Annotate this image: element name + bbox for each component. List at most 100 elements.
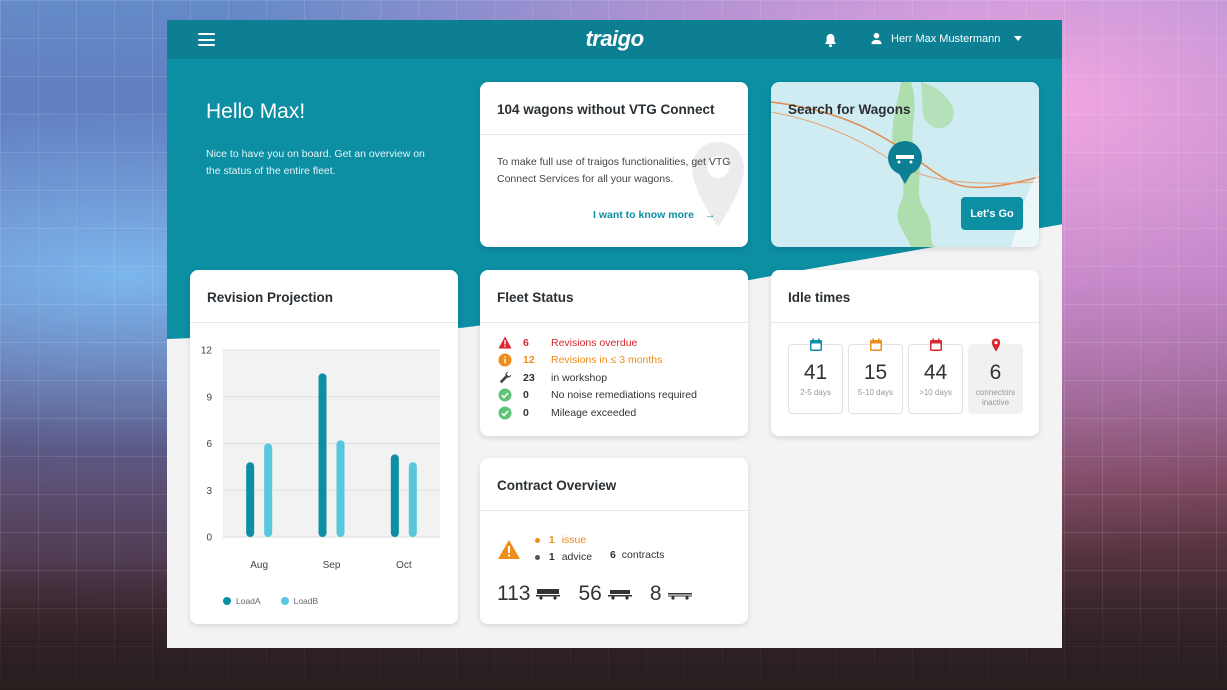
greeting-subtitle: Nice to have you on board. Get an overvi…	[206, 148, 425, 177]
bar-loada-aug[interactable]	[246, 462, 255, 537]
bar-loada-sep[interactable]	[318, 373, 327, 537]
fleet-row-count: 0	[523, 406, 529, 419]
idle-time-label: connectors inactive	[975, 388, 1016, 407]
advice-dot	[535, 554, 540, 560]
y-tick-label: 12	[201, 346, 213, 357]
idle-time-value: 15	[863, 361, 888, 384]
warning-triangle-icon	[497, 336, 513, 350]
legend-label: LoadA	[236, 596, 261, 606]
calendar-icon	[870, 338, 882, 351]
idle-time-value: 41	[803, 361, 828, 384]
vtg-connect-card: 104 wagons without VTG Connect To make f…	[480, 82, 748, 247]
bell-icon[interactable]	[823, 32, 838, 48]
contracts-count: 6 contracts	[610, 549, 664, 561]
fleet-row-label: Revisions in ≤ 3 months	[551, 354, 663, 367]
idle-time-value: 6	[989, 361, 1002, 384]
loaded-wagon-icon	[536, 589, 561, 600]
fleet-row-label: in workshop	[551, 371, 608, 384]
search-card-title: Search for Wagons	[788, 102, 911, 117]
fleet-status-row[interactable]: 0 No noise remediations required	[497, 387, 731, 405]
contract-overview-card: Contract Overview 1 issue 1 advice 6 con…	[480, 458, 748, 624]
fleet-status-card: Fleet Status 6 Revisions overdue 12 Revisio…	[480, 270, 748, 436]
wagon-count-empty[interactable]: 8	[650, 582, 692, 606]
contracts-label: contracts	[621, 549, 665, 561]
advice-count: 1	[548, 551, 555, 563]
bar-loadb-sep[interactable]	[336, 440, 345, 537]
fleet-row-count: 6	[523, 336, 529, 349]
fleet-status-row[interactable]: 12 Revisions in ≤ 3 months	[497, 352, 731, 370]
calendar-icon	[810, 338, 822, 351]
fleet-status-row[interactable]: 6 Revisions overdue	[497, 334, 731, 352]
check-circle-icon	[497, 406, 513, 420]
legend-item[interactable]: LoadB	[280, 596, 319, 606]
fleet-status-row[interactable]: 0 Mileage exceeded	[497, 404, 731, 422]
warning-triangle-icon	[498, 539, 520, 559]
fleet-row-count: 12	[523, 354, 535, 367]
wrench-icon	[497, 371, 513, 385]
idle-time-label: 5-10 days	[857, 388, 894, 397]
revision-chart: 12 9 6 3 0 Aug Sep Oct	[201, 346, 440, 571]
y-tick-label: 0	[206, 533, 212, 544]
bar-loadb-oct[interactable]	[408, 462, 417, 537]
x-tick-label: Oct	[396, 560, 412, 571]
fleet-row-count: 0	[523, 389, 529, 402]
idle-card-title: Idle times	[771, 270, 1039, 323]
issue-dot	[535, 537, 540, 543]
y-tick-label: 9	[206, 392, 212, 403]
idle-time-label: >10 days	[919, 388, 952, 397]
wagon-count-loaded[interactable]: 113	[497, 582, 561, 606]
fleet-row-label: Mileage exceeded	[551, 406, 637, 419]
user-name: Herr Max Mustermann	[891, 32, 1001, 45]
check-circle-icon	[497, 388, 513, 402]
revision-projection-card: Revision Projection 12 9 6 3 0 Aug Sep Oct Load…	[190, 270, 458, 624]
arrow-right-icon: →	[704, 209, 716, 221]
wagon-count-2: 8	[649, 582, 662, 605]
advice-label: advice	[561, 551, 593, 563]
chart-legend: LoadA LoadB	[223, 596, 318, 606]
issue-count: 1	[548, 534, 555, 546]
idle-time-box[interactable]: 15 5-10 days	[848, 338, 903, 414]
idle-time-box[interactable]: 6 connectors inactive	[968, 338, 1023, 414]
top-bar: traigo Herr Max Mustermann	[167, 20, 1062, 59]
calendar-icon	[930, 338, 942, 351]
app-window: traigo Herr Max Mustermann Hello Max! Ni…	[167, 20, 1062, 648]
partial-wagon-icon	[607, 590, 632, 600]
legend-item[interactable]: LoadA	[223, 596, 261, 606]
fleet-card-title: Fleet Status	[480, 270, 748, 323]
idle-times-grid: 41 2-5 days 15 5-10 days 44 >10 days 6 connecto…	[788, 338, 1023, 414]
info-circle-icon	[497, 353, 513, 367]
advice-line[interactable]: 1 advice	[535, 549, 592, 566]
greeting: Hello Max!	[206, 100, 306, 123]
know-more-label: I want to know more	[593, 209, 694, 221]
contracts-num: 6	[610, 549, 616, 561]
idle-times-card: Idle times 41 2-5 days 15 5-10 days 44 >10 da…	[771, 270, 1039, 436]
connector-pin-icon	[991, 338, 1001, 352]
empty-wagon-icon	[667, 593, 692, 600]
y-tick-label: 3	[206, 486, 212, 497]
idle-time-label: 2-5 days	[800, 388, 831, 397]
search-wagons-card: Search for Wagons Let's Go	[771, 82, 1039, 247]
know-more-link[interactable]: I want to know more →	[593, 207, 715, 224]
user-menu[interactable]: Herr Max Mustermann	[870, 32, 1023, 45]
idle-time-box[interactable]: 41 2-5 days	[788, 338, 843, 414]
fleet-status-list: 6 Revisions overdue 12 Revisions in ≤ 3 mon…	[480, 323, 748, 422]
vtg-card-title: 104 wagons without VTG Connect	[480, 82, 748, 135]
legend-swatch	[223, 597, 231, 605]
wagon-count-partial[interactable]: 56	[578, 582, 632, 606]
fleet-row-count: 23	[523, 371, 535, 384]
legend-label: LoadB	[293, 596, 319, 606]
lets-go-button[interactable]: Let's Go	[961, 197, 1023, 230]
wagon-count-1: 56	[578, 582, 602, 605]
idle-time-box[interactable]: 44 >10 days	[908, 338, 963, 414]
revision-card-title: Revision Projection	[190, 270, 458, 323]
wagon-counts: 113 56 8	[497, 582, 710, 606]
x-tick-label: Aug	[250, 560, 268, 571]
fleet-status-row[interactable]: 23 in workshop	[497, 369, 731, 387]
bar-loadb-aug[interactable]	[264, 443, 273, 538]
bar-loada-oct[interactable]	[390, 454, 399, 537]
user-icon	[871, 32, 882, 45]
issue-line[interactable]: 1 issue	[535, 532, 592, 549]
caret-down-icon	[1014, 36, 1023, 41]
legend-swatch	[280, 597, 289, 605]
x-tick-label: Sep	[323, 560, 341, 571]
